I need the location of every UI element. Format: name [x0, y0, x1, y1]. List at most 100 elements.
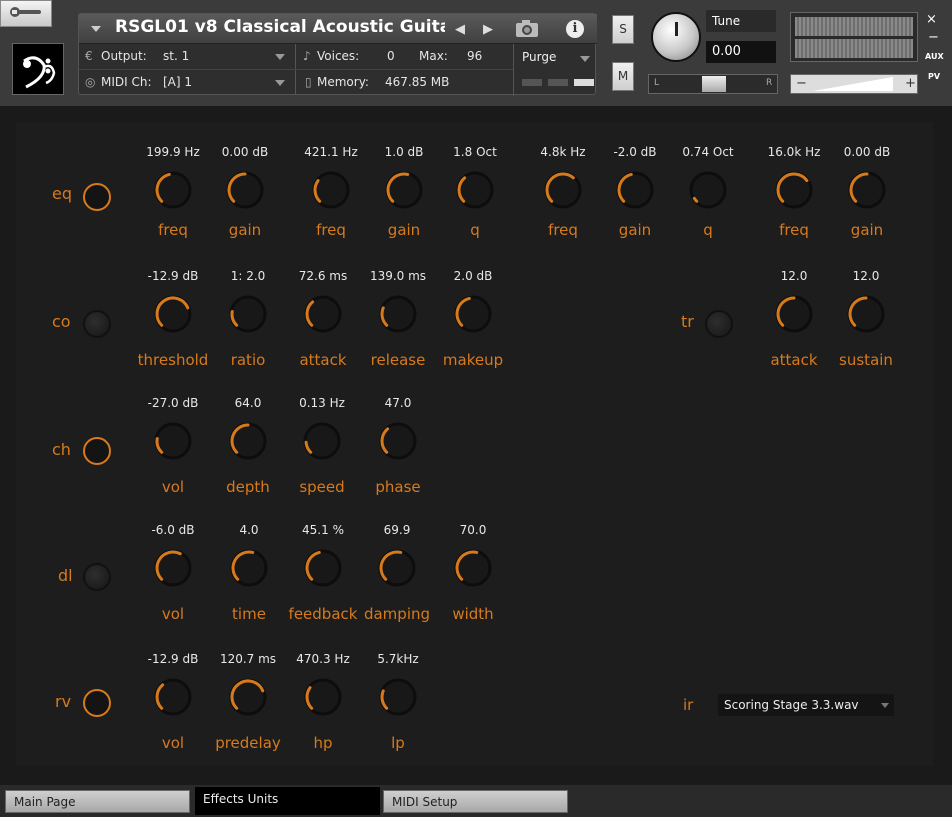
purge-area: Purge	[513, 44, 597, 96]
midi-dropdown-icon[interactable]	[275, 80, 285, 86]
midi-channel-value[interactable]: [A] 1	[163, 75, 192, 89]
co-release-knob[interactable]	[378, 294, 418, 334]
rv-lp-label: lp	[391, 734, 405, 752]
eq-freq-2-knob[interactable]	[311, 170, 351, 210]
close-icon[interactable]: ×	[926, 12, 937, 27]
volume-slider[interactable]: − +	[790, 74, 918, 94]
eq-toggle[interactable]	[83, 183, 111, 211]
co-ratio-knob[interactable]	[228, 294, 268, 334]
mute-button[interactable]: M	[612, 62, 634, 91]
eq-q-1-value: 1.8 Oct	[453, 145, 497, 159]
co-attack-value: 72.6 ms	[298, 269, 348, 283]
eq-gain-1-knob[interactable]	[225, 170, 265, 210]
next-instrument-icon[interactable]: ▶	[483, 22, 493, 37]
eq-gain-3-knob[interactable]	[615, 170, 655, 210]
rv-lp-knob[interactable]	[378, 677, 418, 717]
tune-knob[interactable]	[651, 12, 701, 62]
instrument-menu-icon[interactable]	[91, 26, 101, 32]
dl-vol-value: -6.0 dB	[151, 523, 195, 537]
ir-dropdown-icon	[881, 703, 889, 708]
rv-vol-value: -12.9 dB	[147, 652, 199, 666]
rv-hp-knob[interactable]	[303, 677, 343, 717]
co-threshold-knob[interactable]	[153, 294, 193, 334]
bass-clef-logo	[12, 43, 64, 95]
tab-midi-setup[interactable]: MIDI Setup	[383, 790, 568, 813]
co-attack-knob[interactable]	[303, 294, 343, 334]
instrument-header: RSGL01 v8 Classical Acoustic Guitar ◀ ▶ …	[0, 0, 952, 106]
memory-label: Memory:	[317, 75, 369, 89]
max-voices-label: Max:	[419, 49, 448, 63]
camera-button[interactable]	[510, 18, 544, 40]
eq-q-2-value: 0.74 Oct	[682, 145, 734, 159]
purge-button[interactable]: Purge	[522, 50, 556, 64]
ch-vol-knob[interactable]	[153, 421, 193, 461]
dl-width-knob[interactable]	[453, 548, 493, 588]
solo-button[interactable]: S	[612, 15, 634, 44]
purge-led-3	[574, 79, 594, 86]
volume-plus[interactable]: +	[905, 76, 916, 91]
aux-button[interactable]: AUX	[925, 52, 944, 61]
eq-gain-1-value: 0.00 dB	[221, 145, 269, 159]
eq-freq-1-knob[interactable]	[153, 170, 193, 210]
co-makeup-knob[interactable]	[453, 294, 493, 334]
pan-slider[interactable]: L R	[648, 74, 778, 94]
rv-vol-knob[interactable]	[153, 677, 193, 717]
ir-label: ir	[683, 696, 694, 714]
eq-freq-3-knob[interactable]	[543, 170, 583, 210]
eq-q-1-knob[interactable]	[455, 170, 495, 210]
midi-icon: ◎	[85, 75, 96, 89]
eq-label: eq	[52, 184, 72, 203]
prev-instrument-icon[interactable]: ◀	[455, 22, 465, 37]
eq-gain-4-knob[interactable]	[847, 170, 887, 210]
ch-speed-knob[interactable]	[302, 421, 342, 461]
purge-dropdown-icon[interactable]	[580, 56, 590, 62]
volume-minus[interactable]: −	[796, 76, 807, 91]
voices-icon: ♪	[303, 49, 311, 63]
dl-feedback-knob[interactable]	[303, 548, 343, 588]
info-button[interactable]: i	[557, 18, 593, 40]
eq-gain-1-label: gain	[228, 221, 262, 239]
ch-label: ch	[52, 440, 71, 459]
rv-lp-value: 5.7kHz	[377, 652, 419, 666]
minimize-icon[interactable]: −	[928, 30, 939, 45]
dl-time-knob[interactable]	[229, 548, 269, 588]
dl-width-label: width	[452, 605, 494, 623]
tab-effects-units[interactable]: Effects Units	[195, 787, 380, 815]
tr-sustain-knob[interactable]	[846, 294, 886, 334]
midi-channel-label: MIDI Ch:	[101, 75, 152, 89]
eq-gain-4-label: gain	[850, 221, 884, 239]
wrench-icon	[9, 4, 43, 23]
eq-freq-1-value: 199.9 Hz	[146, 145, 200, 159]
output-dropdown-icon[interactable]	[275, 54, 285, 60]
midi-memory-row: ◎ MIDI Ch: [A] 1 ▯ Memory: 467.85 MB	[79, 69, 513, 95]
tr-toggle[interactable]	[705, 310, 733, 338]
tab-bar: Main Page Effects Units MIDI Setup	[0, 785, 952, 817]
pan-handle[interactable]	[702, 76, 726, 92]
eq-freq-4-knob[interactable]	[774, 170, 814, 210]
eq-gain-2-knob[interactable]	[384, 170, 424, 210]
ch-toggle[interactable]	[83, 437, 111, 465]
tr-attack-knob[interactable]	[774, 294, 814, 334]
tab-main-page[interactable]: Main Page	[5, 790, 190, 813]
ch-depth-knob[interactable]	[228, 421, 268, 461]
ir-file-dropdown[interactable]: Scoring Stage 3.3.wav	[718, 694, 894, 716]
wrench-button[interactable]	[0, 0, 52, 27]
tune-value[interactable]: 0.00	[706, 41, 776, 63]
ch-phase-knob[interactable]	[378, 421, 418, 461]
ch-depth-value: 64.0	[234, 396, 262, 410]
camera-icon	[510, 20, 544, 44]
rv-predelay-knob[interactable]	[228, 677, 268, 717]
rv-predelay-value: 120.7 ms	[219, 652, 277, 666]
eq-q-2-label: q	[703, 221, 713, 239]
rv-toggle[interactable]	[83, 689, 111, 717]
co-toggle[interactable]	[83, 310, 111, 338]
dl-vol-knob[interactable]	[153, 548, 193, 588]
pv-button[interactable]: PV	[928, 72, 940, 81]
output-voices-row: € Output: st. 1 ♪ Voices: 0 Max: 96	[79, 44, 513, 69]
dl-toggle[interactable]	[83, 563, 111, 591]
output-value[interactable]: st. 1	[163, 49, 189, 63]
dl-damping-knob[interactable]	[377, 548, 417, 588]
max-voices-value[interactable]: 96	[467, 49, 482, 63]
eq-q-2-knob[interactable]	[688, 170, 728, 210]
memory-value: 467.85 MB	[385, 75, 450, 89]
